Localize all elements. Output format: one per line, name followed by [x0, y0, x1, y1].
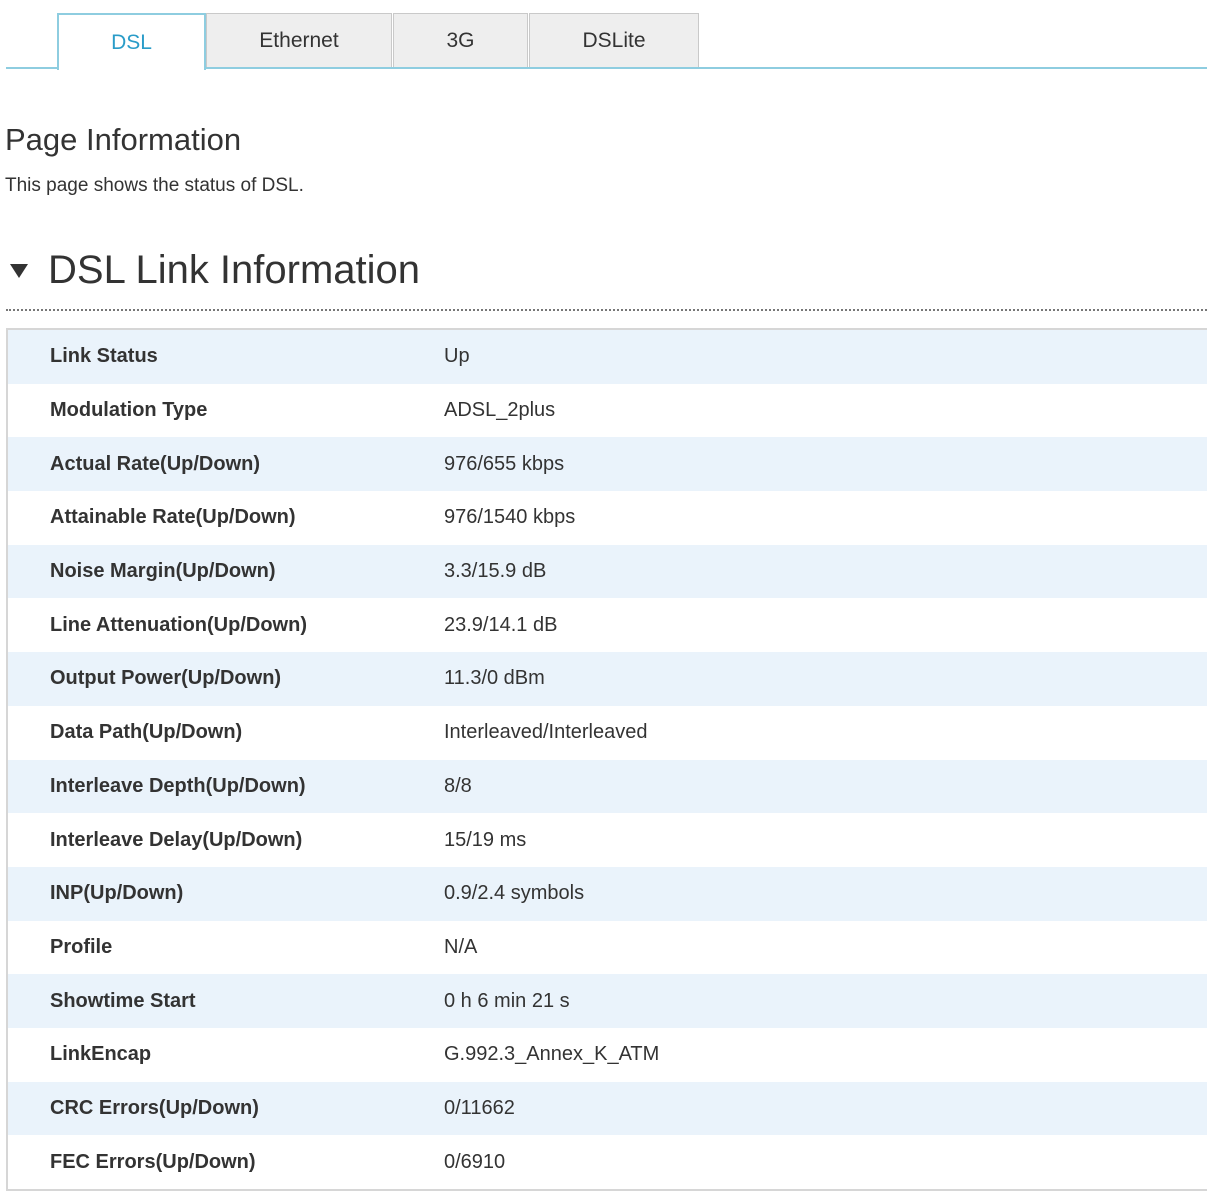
row-value: 0.9/2.4 symbols [444, 882, 585, 905]
table-row: Data Path(Up/Down) Interleaved/Interleave… [8, 705, 1207, 760]
row-label: INP(Up/Down) [50, 882, 184, 905]
table-row: Modulation Type ADSL_2plus [8, 383, 1207, 438]
table-row: FEC Errors(Up/Down) 0/6910 [8, 1135, 1207, 1189]
table-row: Line Attenuation(Up/Down) 23.9/14.1 dB [8, 598, 1207, 653]
row-label: Interleave Depth(Up/Down) [50, 774, 306, 797]
table-row: Noise Margin(Up/Down) 3.3/15.9 dB [8, 544, 1207, 599]
row-value: 15/19 ms [444, 828, 527, 851]
table-row: Profile N/A [8, 920, 1207, 975]
row-label: Line Attenuation(Up/Down) [50, 613, 307, 636]
row-label: Output Power(Up/Down) [50, 667, 282, 690]
row-value: 8/8 [444, 774, 472, 797]
row-label: Actual Rate(Up/Down) [50, 452, 260, 475]
row-value: 11.3/0 dBm [444, 667, 545, 690]
tab-dsl[interactable]: DSL [57, 13, 206, 70]
page-title: Page Information [5, 122, 242, 157]
tab-3g[interactable]: 3G [393, 13, 528, 67]
table-row: CRC Errors(Up/Down) 0/11662 [8, 1081, 1207, 1136]
tab-bar: DSL Ethernet 3G DSLite [0, 0, 1207, 70]
table-row: Attainable Rate(Up/Down) 976/1540 kbps [8, 491, 1207, 545]
row-label: Link Status [50, 345, 158, 368]
row-label: Noise Margin(Up/Down) [50, 560, 276, 583]
row-label: Data Path(Up/Down) [50, 721, 243, 744]
row-label: Profile [50, 935, 113, 958]
row-label: CRC Errors(Up/Down) [50, 1096, 259, 1119]
table-row: Interleave Depth(Up/Down) 8/8 [8, 759, 1207, 814]
row-label: Modulation Type [50, 399, 208, 422]
row-value: 0/11662 [444, 1096, 515, 1119]
row-label: Showtime Start [50, 989, 196, 1012]
row-value: 23.9/14.1 dB [444, 613, 558, 636]
row-label: Attainable Rate(Up/Down) [50, 506, 296, 529]
tab-ethernet[interactable]: Ethernet [206, 13, 392, 67]
table-row: Showtime Start 0 h 6 min 21 s [8, 974, 1207, 1028]
table-row: INP(Up/Down) 0.9/2.4 symbols [8, 866, 1207, 921]
triangle-down-icon[interactable] [10, 264, 28, 278]
table-row: Output Power(Up/Down) 11.3/0 dBm [8, 652, 1207, 706]
row-value: N/A [444, 935, 478, 958]
dsl-info-table: Link Status Up Modulation Type ADSL_2plus … [6, 328, 1207, 1191]
section-title: DSL Link Information [48, 248, 421, 292]
row-value: ADSL_2plus [444, 399, 556, 422]
section-divider [6, 309, 1207, 311]
table-row: Actual Rate(Up/Down) 976/655 kbps [8, 437, 1207, 492]
row-label: Interleave Delay(Up/Down) [50, 828, 303, 851]
row-value: G.992.3_Annex_K_ATM [444, 1043, 660, 1066]
page-description: This page shows the status of DSL. [5, 175, 304, 196]
table-row: LinkEncap G.992.3_Annex_K_ATM [8, 1027, 1207, 1082]
row-value: Interleaved/Interleaved [444, 721, 648, 744]
row-value: 3.3/15.9 dB [444, 560, 547, 583]
row-value: 0 h 6 min 21 s [444, 989, 570, 1012]
row-label: LinkEncap [50, 1043, 152, 1066]
tab-dslite[interactable]: DSLite [529, 13, 699, 67]
table-row: Interleave Delay(Up/Down) 15/19 ms [8, 813, 1207, 867]
table-row: Link Status Up [8, 330, 1207, 384]
row-value: Up [444, 345, 470, 368]
row-value: 0/6910 [444, 1150, 506, 1173]
row-label: FEC Errors(Up/Down) [50, 1150, 256, 1173]
row-value: 976/1540 kbps [444, 506, 576, 529]
row-value: 976/655 kbps [444, 452, 565, 475]
